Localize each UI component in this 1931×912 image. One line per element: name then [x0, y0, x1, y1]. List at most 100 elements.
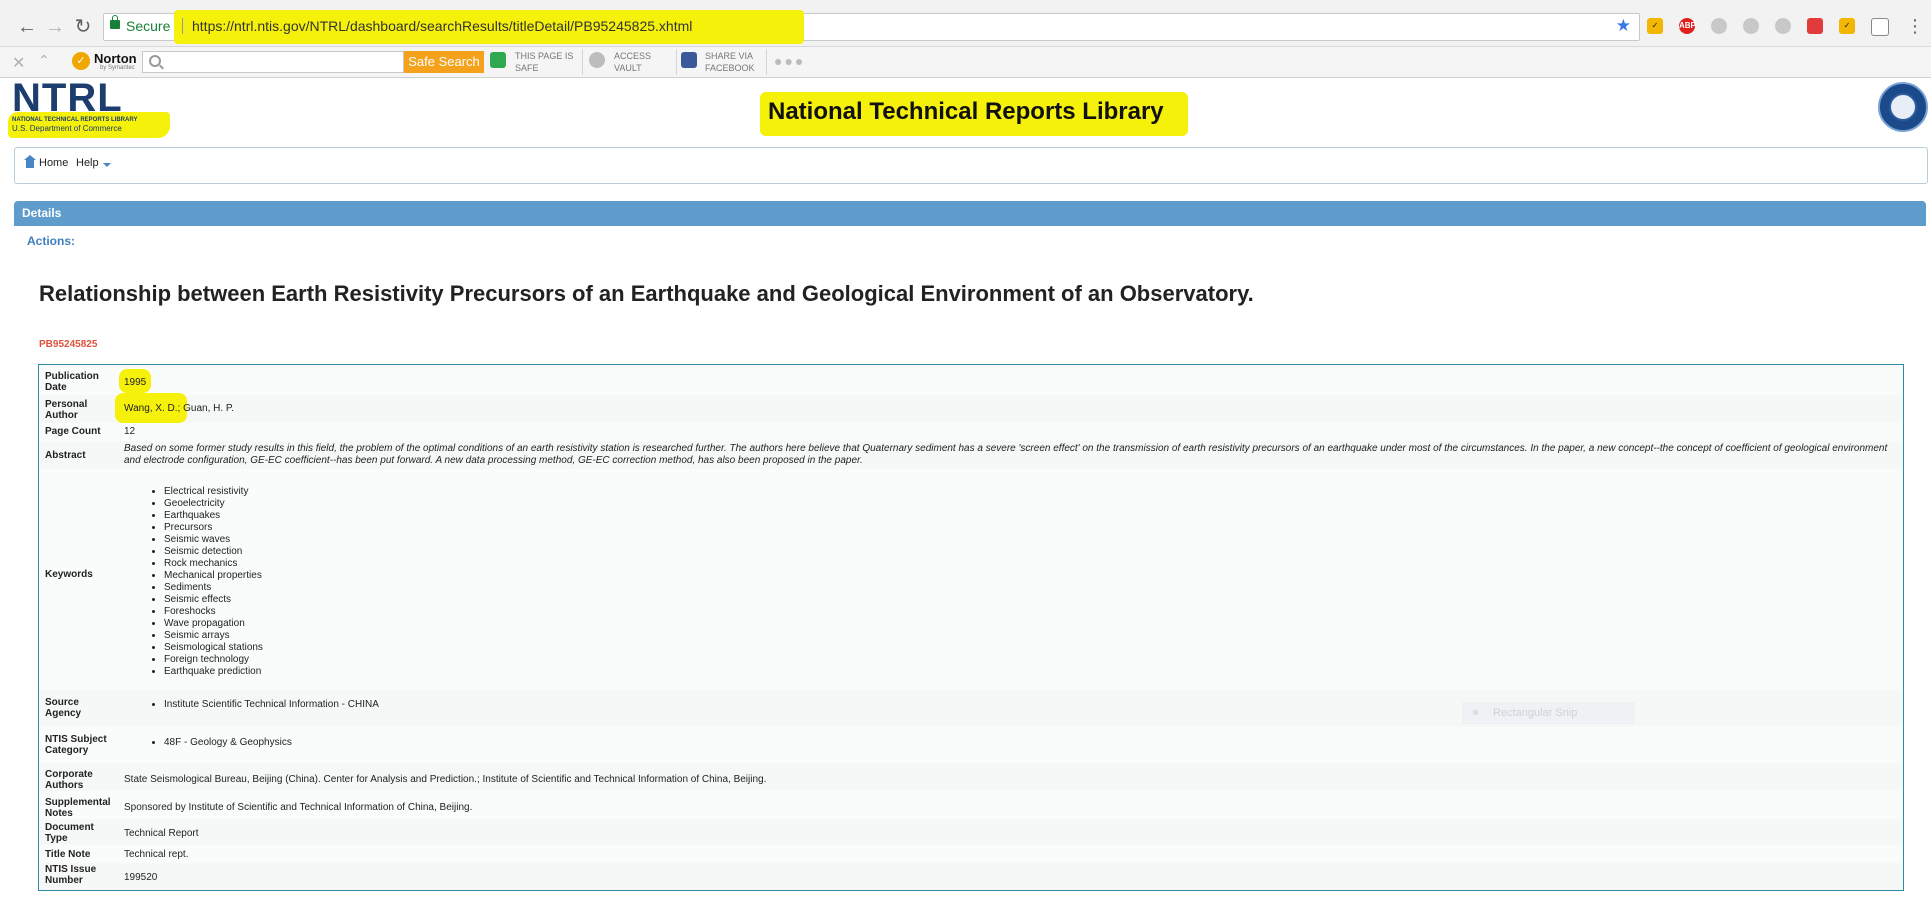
- label-part: Date: [45, 382, 67, 393]
- home-icon[interactable]: [24, 155, 36, 168]
- facebook-line2: FACEBOOK: [705, 63, 755, 73]
- row-document-type: Document Type Technical Report: [39, 819, 1903, 845]
- author-2[interactable]: Guan, H. P.: [180, 403, 234, 414]
- norton-brand: Norton: [94, 51, 137, 66]
- value-corporate-authors: State Seismological Bureau, Beijing (Chi…: [124, 774, 767, 785]
- label-part: Agency: [45, 708, 82, 719]
- nav-home-link[interactable]: Home: [39, 157, 68, 169]
- row-supplemental-notes: Supplemental Notes Sponsored by Institute…: [39, 791, 1903, 819]
- report-id: PB95245825: [39, 339, 98, 350]
- label-part: Corporate: [45, 769, 93, 780]
- chevron-down-icon[interactable]: [103, 163, 111, 167]
- value-page-count: 12: [124, 426, 136, 437]
- keyword-item: Earthquakes: [164, 510, 263, 522]
- value-document-type: Technical Report: [124, 828, 199, 839]
- keyword-item: Seismic detection: [164, 546, 263, 558]
- forward-arrow-icon[interactable]: →: [44, 16, 66, 38]
- row-personal-author: Personal Author Wang, X. D.; Guan, H. P.: [39, 393, 1903, 423]
- page-safe-line1: THIS PAGE IS: [515, 51, 574, 61]
- page-safe-line2: SAFE: [515, 63, 539, 73]
- address-bar[interactable]: Secure https://ntrl.ntis.gov/NTRL/dashbo…: [103, 10, 1640, 44]
- value-supplemental-notes: Sponsored by Institute of Scientific and…: [124, 802, 473, 813]
- label-subject-category: NTIS Subject Category: [45, 734, 107, 756]
- reload-icon[interactable]: ↻: [72, 16, 94, 38]
- author-1[interactable]: Wang, X. D.;: [124, 403, 180, 414]
- keyword-item: Seismic effects: [164, 594, 263, 606]
- toolbar-divider: [766, 49, 767, 75]
- facebook-icon: [681, 52, 697, 68]
- vault-line1: ACCESS: [614, 51, 652, 61]
- browser-toolbar: ← → ↻ Secure https://ntrl.ntis.gov/NTRL/…: [0, 8, 1931, 47]
- row-keywords: Keywords Electrical resistivity Geoelect…: [39, 469, 1903, 689]
- toolbar-divider: [582, 49, 583, 75]
- logo-subtitle: NATIONAL TECHNICAL REPORTS LIBRARY: [12, 117, 138, 123]
- keyword-item: Sediments: [164, 582, 263, 594]
- label-publication-date: Publication Date: [45, 371, 99, 393]
- safe-search-button[interactable]: Safe Search: [404, 51, 484, 73]
- keyword-item: Wave propagation: [164, 618, 263, 630]
- label-part: Document: [45, 822, 94, 833]
- norton-search-input[interactable]: [142, 51, 404, 73]
- keyword-item: Foreshocks: [164, 606, 263, 618]
- label-title-note: Title Note: [45, 849, 91, 860]
- label-part: Supplemental: [45, 797, 111, 808]
- label-part: Notes: [45, 808, 73, 819]
- value-personal-author: Wang, X. D.; Guan, H. P.: [124, 403, 234, 415]
- keyword-item: Precursors: [164, 522, 263, 534]
- search-icon: [149, 55, 161, 67]
- norton-icon[interactable]: ✓: [1839, 18, 1855, 34]
- value-source-agency: Institute Scientific Technical Informati…: [164, 699, 379, 711]
- rectangular-snip-tooltip[interactable]: Rectangular Snip: [1462, 702, 1635, 724]
- source-agency-list: Institute Scientific Technical Informati…: [124, 699, 379, 711]
- label-page-count: Page Count: [45, 426, 101, 437]
- url-separator: [182, 18, 183, 34]
- label-part: Type: [45, 833, 68, 844]
- url-text[interactable]: https://ntrl.ntis.gov/NTRL/dashboard/sea…: [192, 18, 692, 34]
- label-document-type: Document Type: [45, 822, 94, 844]
- row-issue-number: NTIS Issue Number 199520: [39, 863, 1903, 890]
- vault-icon: [589, 52, 605, 68]
- keyword-item: Electrical resistivity: [164, 486, 263, 498]
- label-supplemental-notes: Supplemental Notes: [45, 797, 111, 819]
- snip-label: Rectangular Snip: [1493, 707, 1578, 719]
- norton-toolbar: ✕ ⌃ ✓ Norton by Symantec Safe Search THI…: [0, 47, 1931, 78]
- facebook-line1: SHARE VIA: [705, 51, 754, 61]
- search-extension-icon-2[interactable]: [1775, 18, 1791, 34]
- keyword-item: Earthquake prediction: [164, 666, 263, 678]
- label-corporate-authors: Corporate Authors: [45, 769, 93, 791]
- cast-icon[interactable]: [1871, 18, 1889, 36]
- privacy-icon[interactable]: [1743, 18, 1759, 34]
- logo-department: U.S. Department of Commerce: [12, 124, 122, 133]
- value-title-note: Technical rept.: [124, 849, 189, 860]
- document-title: Relationship between Earth Resistivity P…: [39, 281, 1254, 306]
- ntrl-logo[interactable]: NTRL: [12, 78, 123, 118]
- bookmark-star-icon[interactable]: ★: [1616, 17, 1631, 35]
- back-arrow-icon[interactable]: ←: [16, 16, 38, 38]
- keyword-item: Rock mechanics: [164, 558, 263, 570]
- search-extension-icon[interactable]: [1711, 18, 1727, 34]
- label-part: Source: [45, 697, 79, 708]
- close-toolbar-icon[interactable]: ✕: [12, 53, 25, 73]
- details-title: Details: [22, 206, 62, 220]
- value-abstract: Based on some former study results in th…: [124, 443, 1888, 466]
- actions-menu[interactable]: Actions:: [27, 234, 75, 248]
- lastpass-icon[interactable]: [1807, 18, 1823, 34]
- nav-help-menu[interactable]: Help: [76, 157, 99, 169]
- subject-category-list: 48F - Geology & Geophysics: [124, 737, 292, 749]
- collapse-toolbar-icon[interactable]: ⌃: [38, 52, 50, 69]
- details-header: Details: [14, 201, 1926, 226]
- value-subject-category: 48F - Geology & Geophysics: [164, 737, 292, 749]
- lock-icon: [110, 15, 120, 29]
- adblock-icon[interactable]: ABP: [1679, 18, 1696, 34]
- toolbar-divider: [676, 49, 677, 75]
- keyword-item: Mechanical properties: [164, 570, 263, 582]
- secure-label: Secure: [126, 18, 171, 34]
- browser-menu-icon[interactable]: ⋮: [1906, 16, 1924, 36]
- label-part: Personal: [45, 399, 88, 410]
- keyword-item: Foreign technology: [164, 654, 263, 666]
- row-title-note: Title Note Technical rept.: [39, 845, 1903, 863]
- more-icon[interactable]: ●●●: [774, 53, 805, 69]
- norton-logo-icon: ✓: [72, 52, 90, 70]
- norton-safeweb-icon[interactable]: ✓: [1647, 18, 1663, 34]
- row-abstract: Abstract Based on some former study resu…: [39, 441, 1903, 469]
